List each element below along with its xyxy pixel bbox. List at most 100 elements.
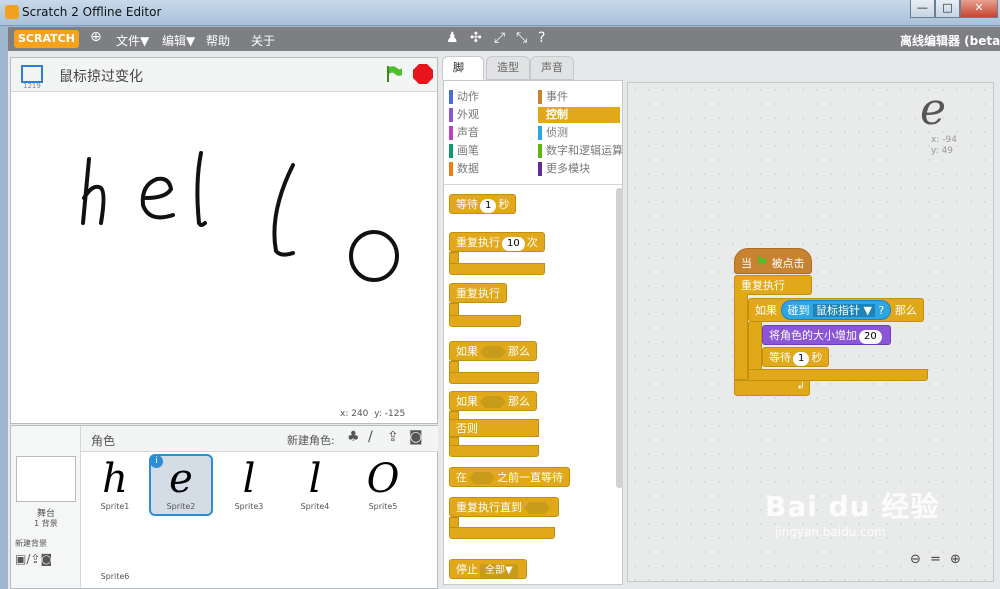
boolean-slot[interactable] bbox=[480, 396, 506, 408]
block-text: 重复执行 bbox=[741, 279, 785, 292]
info-icon[interactable]: i bbox=[150, 455, 163, 468]
stop-icon[interactable] bbox=[413, 64, 433, 84]
block-if[interactable]: 如果 那么 bbox=[449, 341, 537, 361]
upload-backdrop-icon[interactable]: ⇪ bbox=[30, 552, 40, 566]
block-text: 次 bbox=[526, 236, 538, 249]
help-icon[interactable]: ? bbox=[538, 30, 545, 46]
palette-scrollbar[interactable] bbox=[616, 188, 623, 488]
zoom-out-icon[interactable]: ⊖ bbox=[910, 552, 921, 567]
block-text: 那么 bbox=[508, 395, 530, 408]
block-stop[interactable]: 停止 全部▼ bbox=[449, 559, 527, 579]
block-if-else[interactable]: 如果 那么 bbox=[449, 391, 537, 411]
tab-costumes[interactable]: 造型 bbox=[486, 56, 530, 80]
menu-about[interactable]: 关于 bbox=[251, 32, 275, 49]
paint-backdrop-icon[interactable]: ▣ bbox=[15, 552, 26, 566]
block-input[interactable]: 1 bbox=[480, 199, 497, 213]
block-input[interactable]: 10 bbox=[502, 237, 525, 251]
delete-icon[interactable]: ✣ bbox=[470, 30, 482, 46]
tab-sounds[interactable]: 声音 bbox=[530, 56, 574, 80]
block-categories: 动作 外观 声音 画笔 数据 事件 控制 侦测 数字和逻辑运算 更多模块 bbox=[444, 81, 624, 185]
block-text: 秒 bbox=[498, 198, 510, 211]
globe-icon[interactable]: ⊕ bbox=[90, 29, 102, 45]
sprite-tile-1[interactable]: h Sprite1 bbox=[83, 456, 147, 518]
script-hat-green-flag[interactable]: 当 ⚑ 被点击 bbox=[734, 248, 812, 274]
green-flag-icon[interactable] bbox=[385, 65, 403, 83]
block-input[interactable]: 20 bbox=[859, 330, 882, 344]
app-icon bbox=[5, 5, 19, 19]
duplicate-icon[interactable]: ♟ bbox=[446, 30, 459, 46]
category-label: 声音 bbox=[457, 126, 479, 139]
stop-dropdown[interactable]: 全部▼ bbox=[480, 564, 518, 578]
zoom-reset-icon[interactable]: = bbox=[930, 552, 941, 567]
sprite-name: Sprite6 bbox=[100, 572, 130, 581]
library-sprite-icon[interactable]: ♣ bbox=[347, 429, 360, 445]
camera-sprite-icon[interactable]: ◙ bbox=[409, 429, 423, 445]
sprite-tile-6[interactable]: Sprite6 bbox=[83, 526, 147, 588]
menu-file[interactable]: 文件▼ bbox=[116, 32, 149, 49]
script-change-size[interactable]: 将角色的大小增加 20 bbox=[762, 325, 891, 345]
backdrop-count: 1 背景 bbox=[34, 519, 58, 528]
block-text: 在 bbox=[456, 471, 467, 484]
block-text: 如果 bbox=[456, 395, 478, 408]
block-text: 否则 bbox=[456, 422, 478, 435]
boolean-slot[interactable] bbox=[480, 346, 506, 358]
menu-help[interactable]: 帮助 bbox=[206, 32, 230, 49]
category-swatch bbox=[538, 144, 542, 158]
stage-thumbnail[interactable] bbox=[16, 456, 76, 502]
tab-scripts[interactable]: 脚本 bbox=[442, 56, 484, 96]
sprite-thumb: l bbox=[308, 456, 322, 502]
category-operators[interactable]: 数字和逻辑运算 bbox=[538, 143, 624, 159]
boolean-slot[interactable] bbox=[469, 472, 495, 484]
sprite-tile-2[interactable]: e Sprite2 i bbox=[149, 454, 213, 516]
project-title[interactable]: 鼠标掠过变化 bbox=[59, 66, 143, 86]
category-control[interactable]: 控制 bbox=[538, 107, 620, 123]
minimize-button[interactable]: — bbox=[910, 0, 935, 18]
menu-bar: SCRATCH ⊕ 文件▼ 编辑▼ 帮助 关于 ♟ ✣ ⤢ ⤡ ? 离线编辑器 … bbox=[8, 27, 1000, 51]
block-repeat-until[interactable]: 重复执行直到 bbox=[449, 497, 559, 517]
category-data[interactable]: 数据 bbox=[449, 161, 531, 177]
block-forever[interactable]: 重复执行 bbox=[449, 283, 507, 303]
c-foot bbox=[449, 263, 545, 275]
category-sensing[interactable]: 侦测 bbox=[538, 125, 620, 141]
category-swatch bbox=[538, 90, 542, 104]
new-backdrop-label: 新建背景 bbox=[15, 539, 47, 548]
zoom-in-icon[interactable]: ⊕ bbox=[950, 552, 961, 567]
category-looks[interactable]: 外观 bbox=[449, 107, 531, 123]
category-motion[interactable]: 动作 bbox=[449, 89, 531, 105]
maximize-button[interactable]: □ bbox=[935, 0, 960, 18]
loop-arrow-icon: ↲ bbox=[796, 381, 805, 392]
fullscreen-icon[interactable] bbox=[21, 65, 43, 83]
shrink-icon[interactable]: ⤡ bbox=[516, 30, 527, 46]
paint-sprite-icon[interactable]: / bbox=[368, 429, 373, 445]
script-if[interactable]: 如果 碰到 鼠标指针 ▼ ? 那么 bbox=[748, 298, 924, 322]
block-input[interactable]: 1 bbox=[793, 352, 810, 366]
sprites-title: 角色 bbox=[91, 434, 116, 448]
block-wait-until[interactable]: 在 之前一直等待 bbox=[449, 467, 570, 487]
block-text: 碰到 bbox=[787, 304, 810, 317]
block-text: 等待 bbox=[769, 351, 791, 364]
category-more-blocks[interactable]: 更多模块 bbox=[538, 161, 620, 177]
stage-panel: 1219 鼠标掠过变化 hello bbox=[10, 57, 438, 424]
sprite-tile-4[interactable]: l Sprite4 bbox=[283, 456, 347, 518]
close-button[interactable]: ✕ bbox=[960, 0, 998, 18]
script-wait[interactable]: 等待 1 秒 bbox=[762, 347, 830, 367]
upload-sprite-icon[interactable]: ⇪ bbox=[387, 429, 399, 445]
sprite-tile-3[interactable]: l Sprite3 bbox=[217, 456, 281, 518]
camera-backdrop-icon[interactable]: ◙ bbox=[40, 552, 52, 566]
script-forever[interactable]: 重复执行 bbox=[734, 275, 812, 295]
touching-block[interactable]: 碰到 鼠标指针 ▼ ? bbox=[780, 300, 892, 320]
category-label: 控制 bbox=[546, 108, 568, 121]
scratch-logo[interactable]: SCRATCH bbox=[14, 30, 79, 48]
category-sound[interactable]: 声音 bbox=[449, 125, 531, 141]
new-sprite-label: 新建角色: bbox=[287, 434, 335, 447]
category-pen[interactable]: 画笔 bbox=[449, 143, 531, 159]
menu-edit[interactable]: 编辑▼ bbox=[162, 32, 195, 49]
category-events[interactable]: 事件 bbox=[538, 89, 620, 105]
block-wait[interactable]: 等待 1 秒 bbox=[449, 194, 517, 214]
touching-dropdown[interactable]: 鼠标指针 ▼ bbox=[813, 304, 875, 317]
block-repeat[interactable]: 重复执行 10 次 bbox=[449, 232, 545, 252]
sprite-tile-5[interactable]: O Sprite5 bbox=[351, 456, 415, 518]
stage-column: 舞台 1 背景 新建背景 ▣/⇪◙ bbox=[11, 426, 81, 588]
boolean-slot[interactable] bbox=[524, 502, 550, 514]
grow-icon[interactable]: ⤢ bbox=[494, 30, 505, 46]
